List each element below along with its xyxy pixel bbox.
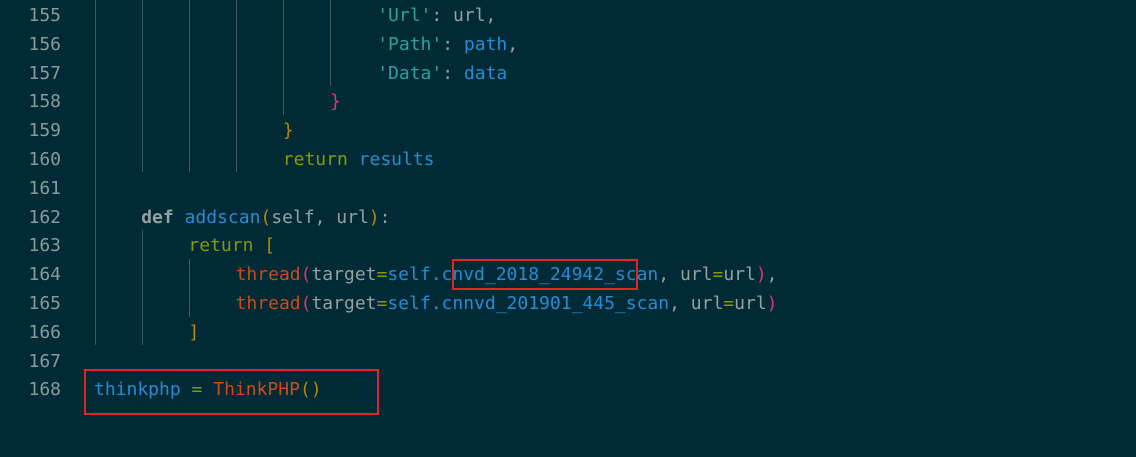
code-token: thread xyxy=(235,293,301,314)
code-token: : xyxy=(442,33,464,55)
line-number: 155 xyxy=(28,5,61,26)
line-code[interactable]: return results xyxy=(283,145,435,174)
line-number: 167 xyxy=(28,350,61,372)
line-number: 161 xyxy=(28,177,61,199)
line-number: 162 xyxy=(28,206,61,228)
code-token: ) xyxy=(755,264,767,286)
indent-guide xyxy=(142,230,143,345)
code-token: 'Data' xyxy=(377,62,443,84)
code-token: ) xyxy=(766,293,778,314)
line-code[interactable]: return [ xyxy=(188,231,275,260)
indent-guide xyxy=(189,0,190,172)
indent-guide xyxy=(330,0,331,86)
code-token: ( xyxy=(260,206,272,228)
line-number: 157 xyxy=(28,62,61,84)
line-number: 160 xyxy=(28,149,61,170)
code-token: = xyxy=(376,293,388,314)
code-token: : url, xyxy=(431,5,497,26)
line-code[interactable]: thread(target=self.cnnvd_201901_445_scan… xyxy=(236,289,778,318)
code-token: , xyxy=(766,264,778,286)
code-token: } xyxy=(282,120,294,142)
indent-guide xyxy=(283,0,284,115)
line-number: 156 xyxy=(28,33,61,55)
line-number: 165 xyxy=(28,293,61,314)
code-token: results xyxy=(358,149,435,170)
indent-guide xyxy=(236,0,237,172)
code-token: = xyxy=(376,264,388,286)
code-token: = xyxy=(712,264,724,286)
line-code[interactable]: def addscan(self, url): xyxy=(141,203,390,232)
code-token: self.cnnvd_201901_445_scan xyxy=(387,293,670,314)
line-code[interactable]: 'Url': url, xyxy=(377,1,496,30)
line-number: 164 xyxy=(28,264,61,286)
annotation-box-method-name xyxy=(452,259,638,290)
code-token: ( xyxy=(300,264,312,286)
code-token: thread xyxy=(235,264,301,286)
line-number: 166 xyxy=(28,321,61,343)
code-token: , url xyxy=(658,264,713,286)
code-token: : xyxy=(379,206,391,228)
line-code[interactable]: ] xyxy=(188,318,199,347)
line-code[interactable]: 'Path': path, xyxy=(377,30,518,59)
code-token: , url xyxy=(669,293,724,314)
code-token: url xyxy=(723,264,756,286)
line-code[interactable]: } xyxy=(283,116,294,145)
code-token: target xyxy=(311,293,377,314)
code-token: = xyxy=(723,293,735,314)
code-token: return xyxy=(282,149,359,170)
line-number: 168 xyxy=(28,379,61,401)
code-token: , xyxy=(507,33,519,55)
code-token: ( xyxy=(300,293,312,314)
line-number: 159 xyxy=(28,120,61,142)
code-token: } xyxy=(330,91,341,113)
code-editor[interactable]: 155 'Url': url, 156 'Path': path, 157 'Data':… xyxy=(0,0,1136,457)
indent-guide xyxy=(95,0,96,345)
line-code[interactable]: } xyxy=(330,87,341,116)
code-token: return xyxy=(188,235,265,257)
code-token: : xyxy=(442,62,464,84)
code-token: def xyxy=(141,206,185,228)
code-token: 'Url' xyxy=(377,5,432,26)
annotation-box-instance xyxy=(84,369,379,415)
code-token: ] xyxy=(188,321,200,343)
code-token: data xyxy=(463,62,508,84)
line-code[interactable]: 'Data': data xyxy=(377,59,507,88)
code-token: url xyxy=(734,293,767,314)
code-token: ) xyxy=(368,206,380,228)
code-token: 'Path' xyxy=(377,33,443,55)
indent-guide xyxy=(142,0,143,172)
code-token: addscan xyxy=(184,206,261,228)
code-token: path xyxy=(463,33,508,55)
code-token: self, url xyxy=(271,206,369,228)
line-number: 163 xyxy=(28,235,61,257)
code-token: target xyxy=(311,264,377,286)
indent-guide xyxy=(189,259,190,317)
line-number: 158 xyxy=(28,91,61,113)
code-token: [ xyxy=(264,235,276,257)
